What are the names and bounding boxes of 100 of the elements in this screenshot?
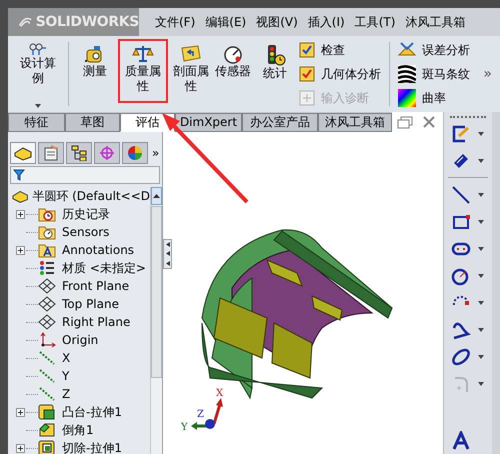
annotation-folder-icon xyxy=(38,242,56,258)
scale-icon xyxy=(132,44,154,64)
scrollbar-thumb[interactable] xyxy=(151,206,162,378)
panel-more-button[interactable]: » xyxy=(152,144,160,162)
design-study-icon xyxy=(29,42,47,56)
display-tab[interactable] xyxy=(122,142,148,164)
scroll-up-icon[interactable] xyxy=(153,194,160,198)
tree-item-label[interactable]: Annotations xyxy=(62,241,134,259)
configuration-tab[interactable] xyxy=(66,142,92,164)
feature-tree-tab[interactable] xyxy=(10,142,36,164)
tab[interactable]: 草图 xyxy=(65,113,120,132)
plus-box-icon xyxy=(299,90,315,106)
caret-icon xyxy=(478,382,484,386)
caret-icon xyxy=(478,354,484,358)
ribbon-tool-button[interactable]: 剖面属性 xyxy=(171,44,211,94)
expand-icon[interactable] xyxy=(16,246,25,254)
ribbon-tool-button[interactable]: 质量属性 xyxy=(120,41,166,101)
caret-icon xyxy=(478,220,484,224)
checkbox-icon xyxy=(299,66,315,82)
gauge-icon xyxy=(222,44,244,64)
ribbon-tool-button[interactable]: 测量 xyxy=(75,44,115,79)
tree-item-label[interactable]: 凸台-拉伸1 xyxy=(62,403,122,421)
axis-icon xyxy=(38,368,56,384)
tree-item-label[interactable]: 材质 <未指定> xyxy=(62,259,146,277)
design-study-button[interactable]: 设计算例 xyxy=(14,36,62,112)
analysis-tool-button[interactable]: 斑马条纹 xyxy=(398,65,470,83)
clock-folder-icon xyxy=(38,206,56,222)
tab[interactable]: DimXpert xyxy=(175,113,242,132)
analysis-tool-button[interactable]: 曲率 xyxy=(398,89,470,107)
checkbox-icon xyxy=(299,42,315,58)
text-icon[interactable] xyxy=(450,430,472,452)
tab[interactable]: 沐风工具箱 xyxy=(318,113,392,132)
material-list-icon xyxy=(38,260,56,276)
tree-item-label[interactable]: Y xyxy=(62,367,70,385)
ds-logo-icon xyxy=(18,15,33,29)
axis-icon xyxy=(38,350,56,366)
caret-icon xyxy=(478,328,484,332)
tree-item-label[interactable]: 倒角1 xyxy=(62,421,94,439)
menu-item[interactable]: 沐风工具箱 xyxy=(405,13,466,31)
filter-icon[interactable] xyxy=(13,169,25,181)
check-tool-button[interactable]: 几何体分析 xyxy=(299,65,381,83)
tab[interactable]: 办公室产品 xyxy=(242,113,318,132)
caret-icon xyxy=(478,158,484,162)
restore-icon[interactable] xyxy=(397,116,413,128)
plane-icon xyxy=(38,278,56,294)
tree-item-label[interactable]: Sensors xyxy=(62,223,110,241)
cut-feature-icon xyxy=(38,440,56,454)
caret-icon xyxy=(478,132,484,136)
caret-icon xyxy=(478,274,484,278)
property-sheet-icon xyxy=(43,145,59,161)
close-icon[interactable] xyxy=(423,116,435,128)
menu-item[interactable]: 插入(I) xyxy=(308,13,345,31)
line-icon[interactable] xyxy=(450,184,472,206)
more-button[interactable]: » xyxy=(483,64,492,84)
menu-item[interactable]: 视图(V) xyxy=(256,13,298,31)
check-tool-button[interactable]: 检查 xyxy=(299,41,381,59)
ribbon-tool-button[interactable]: 统计 xyxy=(255,44,295,81)
menu-item[interactable]: 编辑(E) xyxy=(205,13,246,31)
property-tab[interactable] xyxy=(38,142,64,164)
color-ball-icon xyxy=(127,145,143,161)
tree-item-label[interactable]: Right Plane xyxy=(62,313,130,331)
menu-item[interactable]: 工具(T) xyxy=(354,13,396,31)
gauge-folder-icon xyxy=(38,224,56,240)
expand-icon[interactable] xyxy=(16,444,25,452)
tab[interactable]: 特征 xyxy=(8,113,65,132)
expand-icon[interactable] xyxy=(16,408,25,416)
x-axis-label: X xyxy=(216,388,224,399)
plane-icon xyxy=(38,296,56,312)
caret-icon xyxy=(35,104,41,108)
chamfer-feature-icon xyxy=(38,422,56,438)
tree-root-label[interactable]: 半圆环 (Default<<D xyxy=(32,187,150,205)
axis-icon xyxy=(38,386,56,402)
curvature-gradient-icon xyxy=(398,89,416,107)
collapse-handle[interactable] xyxy=(163,239,172,269)
y-axis-label: Y xyxy=(181,422,188,432)
caret-icon xyxy=(478,192,484,196)
extrude-feature-icon xyxy=(38,404,56,420)
origin-icon xyxy=(38,332,56,348)
part-icon xyxy=(12,188,28,204)
tree-item-label[interactable]: 历史记录 xyxy=(62,205,110,223)
plane-icon xyxy=(38,314,56,330)
tree-item-label[interactable]: Origin xyxy=(62,331,98,349)
analysis-tool-button[interactable]: 误差分析 xyxy=(398,41,470,59)
crosshair-icon xyxy=(99,145,115,161)
expand-icon[interactable] xyxy=(16,210,25,218)
tree-item-label[interactable]: 切除-拉伸1 xyxy=(62,439,122,454)
z-axis-label: Z xyxy=(197,409,204,420)
hierarchy-icon xyxy=(71,145,87,161)
menu-item[interactable]: 文件(F) xyxy=(155,13,196,31)
tree-item-label[interactable]: X xyxy=(62,349,70,367)
ribbon-tool-button[interactable]: 传感器 xyxy=(213,44,253,79)
axis-triad-drawing xyxy=(191,398,223,430)
tree-item-label[interactable]: Front Plane xyxy=(62,277,130,295)
tree-item-label[interactable]: Top Plane xyxy=(62,295,119,313)
caret-icon xyxy=(478,246,484,250)
logo-text: SOLIDWORKS xyxy=(36,12,139,32)
tree-item-label[interactable]: Z xyxy=(62,385,70,403)
section-plane-icon xyxy=(180,44,202,64)
zebra-stripes-icon xyxy=(398,65,416,83)
caret-icon xyxy=(478,300,484,304)
